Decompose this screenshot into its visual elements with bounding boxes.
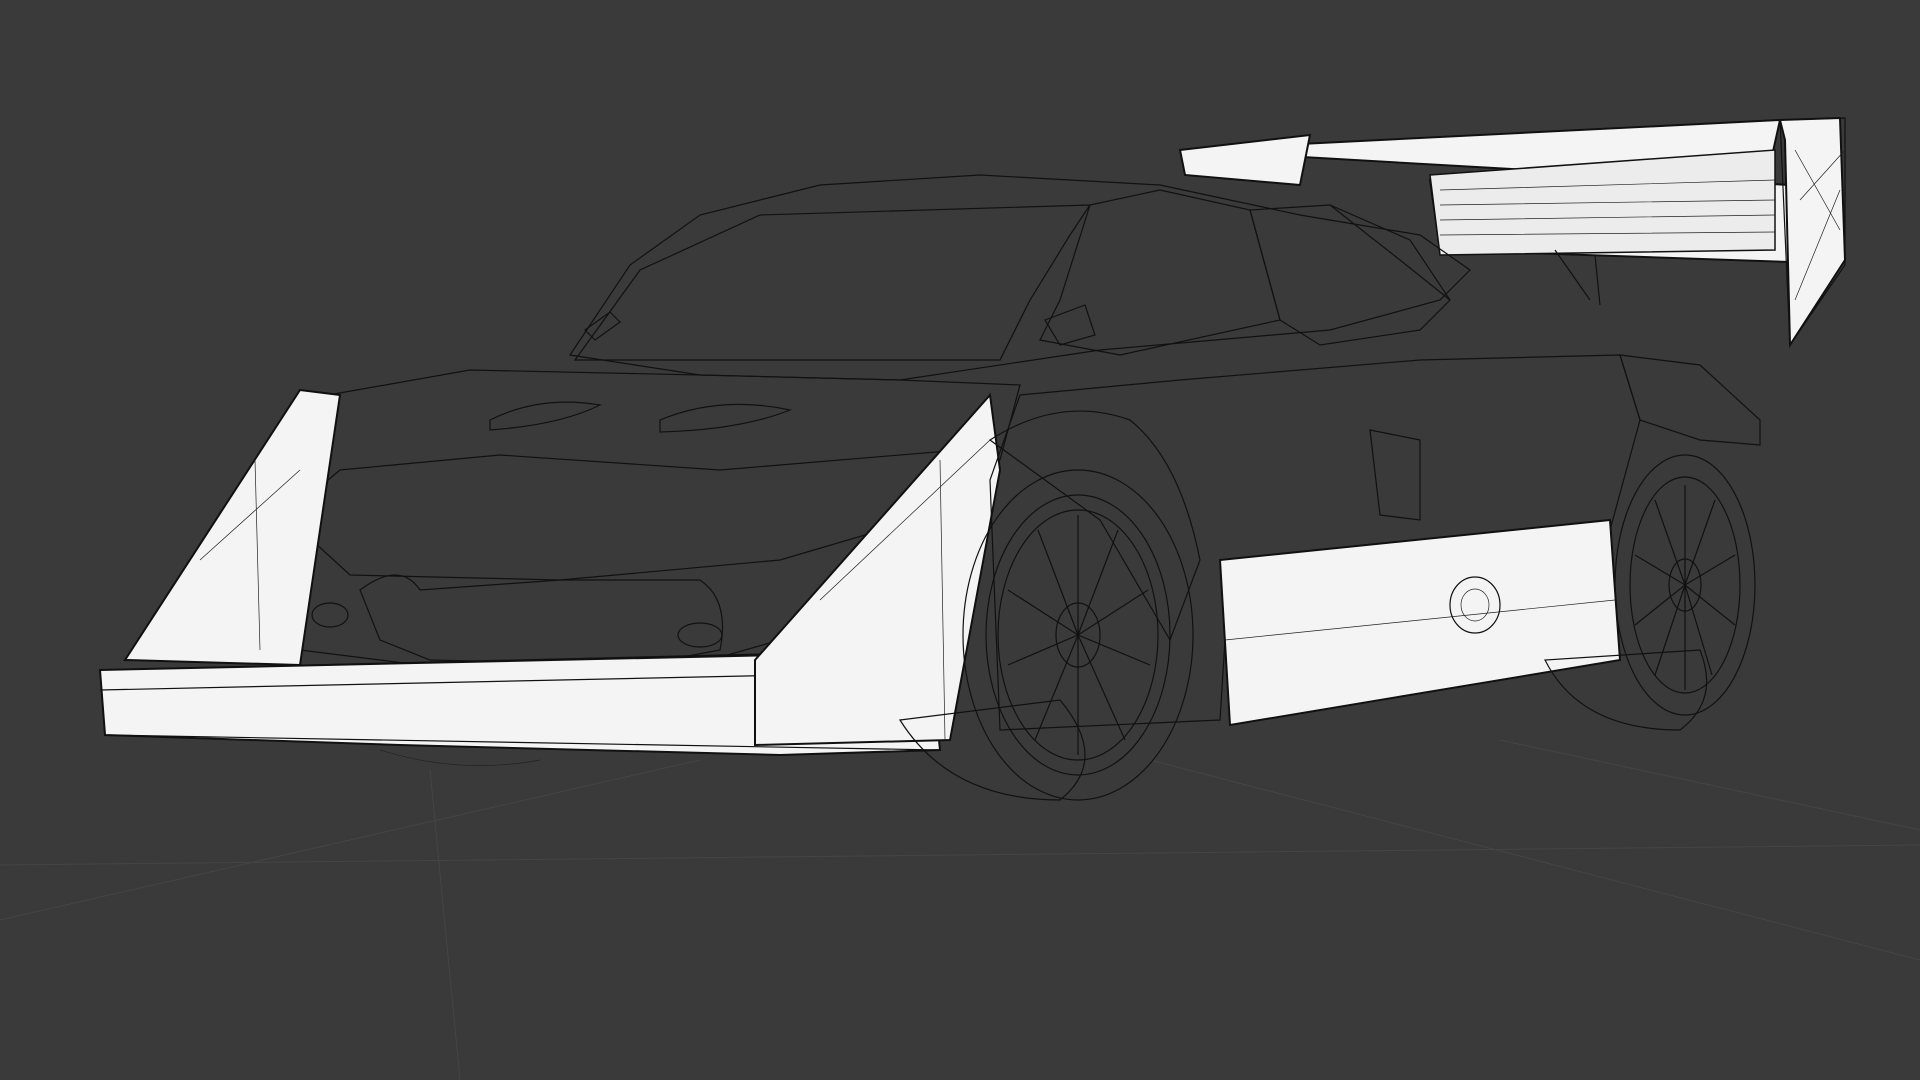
viewport-canvas[interactable]	[0, 0, 1920, 1080]
side-mirror	[1044, 304, 1096, 346]
car-body	[98, 174, 1761, 766]
windshield-wiper	[584, 311, 621, 341]
rear-wing	[1178, 116, 1847, 349]
ground-grid	[0, 739, 1920, 1080]
3d-viewport[interactable]	[0, 0, 1920, 1080]
